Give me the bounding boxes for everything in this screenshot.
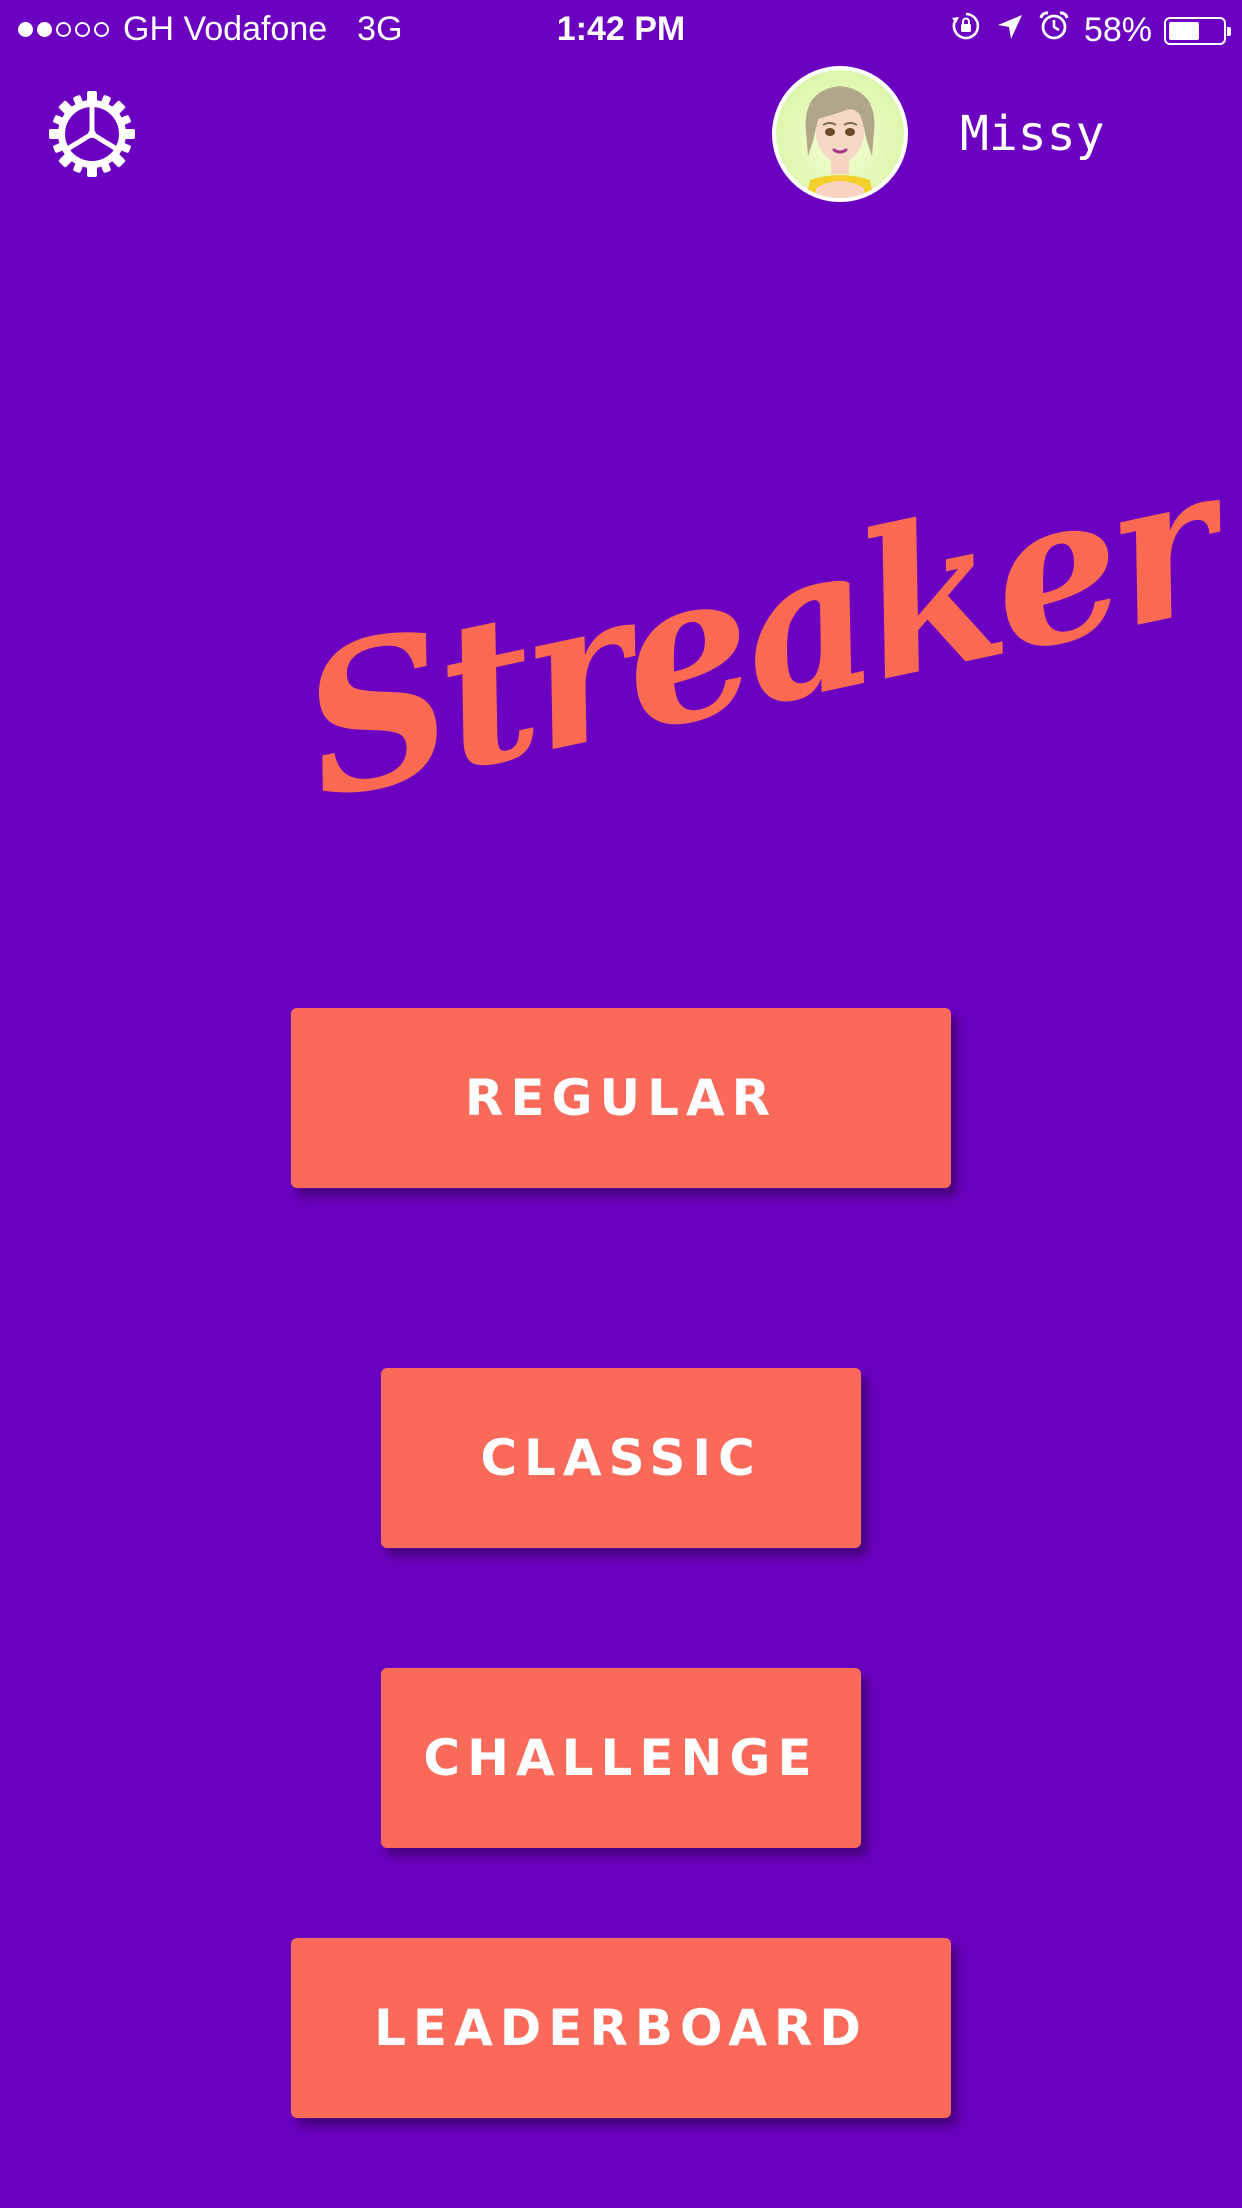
leaderboard-button[interactable]: LEADERBOARD bbox=[291, 1938, 951, 2118]
status-left: GH Vodafone 3G bbox=[18, 10, 403, 49]
signal-strength-icon bbox=[18, 22, 113, 37]
alarm-icon bbox=[1038, 10, 1070, 51]
battery-cap bbox=[1227, 26, 1231, 36]
classic-button[interactable]: CLASSIC bbox=[381, 1368, 861, 1548]
app-logo: Streaker bbox=[282, 423, 1234, 846]
location-arrow-icon bbox=[996, 11, 1024, 50]
challenge-button[interactable]: CHALLENGE bbox=[381, 1668, 861, 1848]
username-label[interactable]: Missy bbox=[960, 106, 1180, 162]
regular-button[interactable]: REGULAR bbox=[291, 1008, 951, 1188]
signal-dot bbox=[75, 22, 90, 37]
signal-dot bbox=[37, 22, 52, 37]
gear-icon[interactable] bbox=[46, 88, 138, 180]
signal-dot bbox=[18, 22, 33, 37]
battery-icon bbox=[1164, 16, 1231, 45]
status-bar: GH Vodafone 3G 1:42 PM 58% bbox=[0, 0, 1242, 60]
status-right: 58% bbox=[936, 10, 1231, 51]
avatar[interactable] bbox=[772, 66, 908, 202]
carrier-name: GH Vodafone bbox=[123, 10, 328, 48]
signal-dot bbox=[56, 22, 71, 37]
signal-dot bbox=[94, 22, 109, 37]
orientation-lock-icon bbox=[950, 10, 982, 51]
network-type: 3G bbox=[357, 10, 403, 48]
battery-percent: 58% bbox=[1083, 11, 1152, 49]
battery-fill bbox=[1169, 21, 1199, 40]
